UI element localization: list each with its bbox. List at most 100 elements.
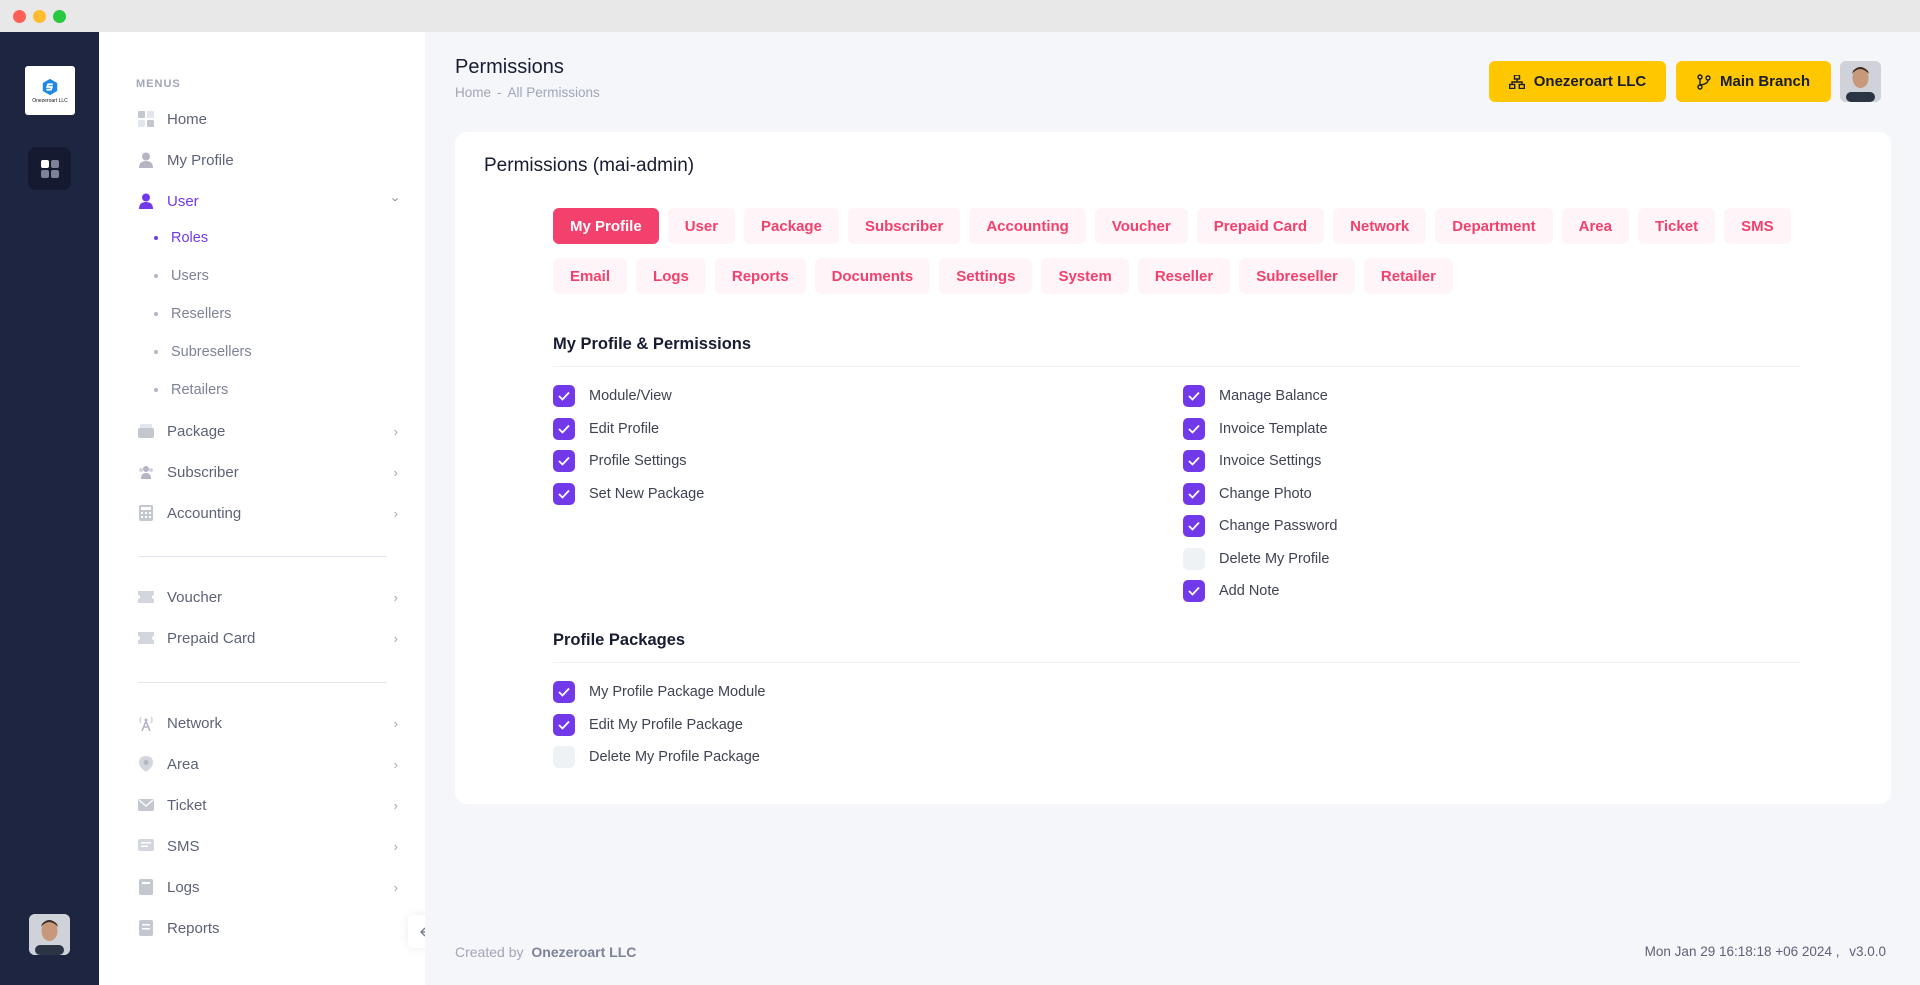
tab-voucher[interactable]: Voucher	[1094, 208, 1188, 244]
tab-network[interactable]: Network	[1333, 208, 1427, 244]
tab-prepaid-card[interactable]: Prepaid Card	[1196, 208, 1325, 244]
sidebar-item-area[interactable]: Area ›	[138, 749, 398, 779]
sidebar-item-subscriber[interactable]: Subscriber ›	[138, 457, 398, 487]
chevron-right-icon: ›	[393, 506, 398, 521]
sidebar-item-label: Home	[167, 110, 208, 128]
footer-version: v3.0.0	[1849, 944, 1886, 959]
bullet-icon	[154, 274, 158, 278]
subitem-label: Subresellers	[171, 344, 252, 360]
company-logo[interactable]: Onezeroart LLC	[25, 66, 75, 115]
sidebar-item-label: Package	[167, 422, 226, 440]
checkbox-checked-icon	[1183, 450, 1205, 472]
tab-user[interactable]: User	[667, 208, 736, 244]
window-minimize-button[interactable]	[33, 10, 46, 23]
permission-checkbox[interactable]: Change Photo	[1183, 483, 1312, 505]
chevron-right-icon: ›	[393, 757, 398, 772]
tab-ticket[interactable]: Ticket	[1638, 208, 1716, 244]
ticket-icon	[138, 589, 154, 605]
tab-system[interactable]: System	[1041, 258, 1129, 294]
tab-accounting[interactable]: Accounting	[969, 208, 1086, 244]
bullet-icon	[154, 350, 158, 354]
permission-checkbox[interactable]: Invoice Settings	[1183, 450, 1321, 472]
permission-checkbox[interactable]: Add Note	[1183, 580, 1279, 602]
permission-label: My Profile Package Module	[589, 684, 766, 700]
sidebar-item-accounting[interactable]: Accounting ›	[138, 498, 398, 528]
permissions-card: Permissions (mai-admin) My Profile User …	[455, 132, 1891, 804]
checkbox-checked-icon	[553, 418, 575, 440]
sidebar-item-prepaid-card[interactable]: Prepaid Card ›	[138, 623, 398, 653]
sidebar-item-label: Accounting	[167, 504, 242, 522]
permission-label: Change Password	[1219, 518, 1338, 534]
footer-brand-link[interactable]: Onezeroart LLC	[531, 944, 636, 960]
tab-settings[interactable]: Settings	[939, 258, 1033, 294]
bullet-icon	[154, 236, 158, 240]
permission-checkbox[interactable]: Delete My Profile	[1183, 548, 1329, 570]
sidebar-subitem-users[interactable]: Users	[154, 262, 209, 290]
permission-checkbox[interactable]: Change Password	[1183, 515, 1338, 537]
permission-checkbox[interactable]: Edit My Profile Package	[553, 714, 743, 736]
header-user-avatar[interactable]	[1840, 61, 1881, 102]
sidebar-item-logs[interactable]: Logs ›	[138, 872, 398, 902]
footer-credits: Created by Onezeroart LLC	[455, 944, 636, 960]
tab-reseller[interactable]: Reseller	[1137, 258, 1231, 294]
sidebar-subitem-roles[interactable]: Roles	[154, 224, 208, 252]
tab-logs[interactable]: Logs	[636, 258, 706, 294]
sidebar-item-home[interactable]: Home	[138, 104, 398, 134]
sidebar-subitem-retailers[interactable]: Retailers	[154, 376, 228, 404]
tab-subreseller[interactable]: Subreseller	[1239, 258, 1355, 294]
card-title: Permissions (mai-admin)	[484, 155, 695, 176]
chevron-down-icon: ›	[388, 197, 404, 202]
sidebar-subitem-resellers[interactable]: Resellers	[154, 300, 231, 328]
tab-retailer[interactable]: Retailer	[1363, 258, 1453, 294]
sidebar-item-network[interactable]: Network ›	[138, 708, 398, 738]
breadcrumb-home[interactable]: Home	[455, 85, 491, 100]
checkbox-checked-icon	[1183, 385, 1205, 407]
permission-label: Invoice Settings	[1219, 453, 1322, 469]
logo-mark-icon	[42, 78, 58, 95]
permission-checkbox[interactable]: Manage Balance	[1183, 385, 1328, 407]
organization-button[interactable]: Onezeroart LLC	[1489, 61, 1666, 102]
permission-checkbox[interactable]: Delete My Profile Package	[553, 746, 760, 768]
tab-reports[interactable]: Reports	[714, 258, 806, 294]
sidebar-menu: MENUS Home My Profile User › Roles Users…	[99, 32, 425, 985]
user-avatar[interactable]	[29, 914, 70, 955]
bullet-icon	[154, 388, 158, 392]
permission-checkbox[interactable]: Module/View	[553, 385, 672, 407]
chevron-right-icon: ›	[393, 880, 398, 895]
report-icon	[138, 920, 154, 936]
sidebar-item-package[interactable]: Package ›	[138, 416, 398, 446]
checkbox-checked-icon	[553, 714, 575, 736]
tab-sms[interactable]: SMS	[1724, 208, 1791, 244]
window-maximize-button[interactable]	[53, 10, 66, 23]
permission-label: Add Note	[1219, 583, 1280, 599]
window-titlebar	[0, 0, 1920, 32]
permission-checkbox[interactable]: Edit Profile	[553, 418, 659, 440]
dashboard-rail-button[interactable]	[28, 147, 71, 190]
tab-department[interactable]: Department	[1435, 208, 1553, 244]
chevron-right-icon: ›	[393, 424, 398, 439]
branch-button[interactable]: Main Branch	[1676, 61, 1831, 102]
subitem-label: Users	[171, 268, 209, 284]
sidebar-item-my-profile[interactable]: My Profile	[138, 145, 398, 175]
permission-checkbox[interactable]: Profile Settings	[553, 450, 687, 472]
tab-package[interactable]: Package	[744, 208, 839, 244]
tab-documents[interactable]: Documents	[814, 258, 931, 294]
permission-checkbox[interactable]: My Profile Package Module	[553, 681, 766, 703]
tab-email[interactable]: Email	[553, 258, 628, 294]
tab-my-profile[interactable]: My Profile	[553, 208, 659, 244]
tab-area[interactable]: Area	[1561, 208, 1629, 244]
sidebar-item-voucher[interactable]: Voucher ›	[138, 582, 398, 612]
tab-subscriber[interactable]: Subscriber	[847, 208, 961, 244]
footer-meta: Mon Jan 29 16:18:18 +06 2024 , v3.0.0	[1645, 944, 1886, 959]
sidebar-item-ticket[interactable]: Ticket ›	[138, 790, 398, 820]
home-grid-icon	[138, 111, 154, 127]
sidebar-divider	[138, 682, 387, 683]
sidebar-item-sms[interactable]: SMS ›	[138, 831, 398, 861]
checkbox-unchecked-icon	[1183, 548, 1205, 570]
window-close-button[interactable]	[13, 10, 26, 23]
permission-checkbox[interactable]: Invoice Template	[1183, 418, 1328, 440]
sidebar-subitem-subresellers[interactable]: Subresellers	[154, 338, 252, 366]
permission-checkbox[interactable]: Set New Package	[553, 483, 704, 505]
sidebar-item-reports[interactable]: Reports	[138, 913, 398, 943]
sidebar-item-user[interactable]: User ›	[138, 186, 403, 216]
